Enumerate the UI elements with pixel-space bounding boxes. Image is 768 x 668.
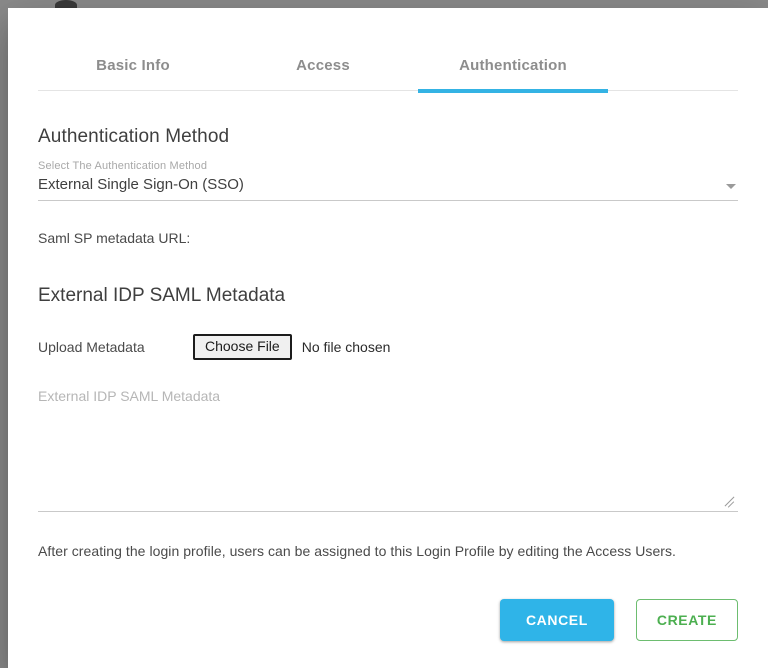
file-input[interactable]: Choose File No file chosen	[193, 334, 390, 360]
choose-file-button[interactable]: Choose File	[193, 334, 292, 360]
login-profile-dialog: Basic Info Access Authentication Authent…	[8, 8, 768, 668]
external-idp-metadata-placeholder: External IDP SAML Metadata	[38, 386, 738, 404]
chevron-down-icon	[726, 184, 736, 189]
external-idp-heading: External IDP SAML Metadata	[38, 285, 738, 307]
dialog-tabs: Basic Info Access Authentication	[38, 8, 738, 94]
active-tab-indicator	[418, 89, 608, 93]
tab-authentication[interactable]: Authentication	[418, 57, 608, 90]
tabs-divider	[38, 90, 738, 91]
file-name-text: No file chosen	[302, 339, 391, 355]
tab-access[interactable]: Access	[228, 57, 418, 90]
tab-basic-info[interactable]: Basic Info	[38, 57, 228, 90]
footer-note: After creating the login profile, users …	[38, 543, 738, 559]
create-button[interactable]: CREATE	[636, 599, 738, 641]
tab-basic-info-label: Basic Info	[96, 57, 170, 74]
authentication-method-hint: Select The Authentication Method	[38, 160, 738, 172]
authentication-method-select[interactable]: External Single Sign-On (SSO)	[38, 176, 738, 201]
tab-authentication-label: Authentication	[459, 57, 567, 74]
external-idp-metadata-textarea[interactable]: External IDP SAML Metadata	[38, 386, 738, 512]
upload-metadata-row: Upload Metadata Choose File No file chos…	[38, 334, 738, 360]
authentication-panel: Authentication Method Select The Authent…	[8, 126, 768, 641]
authentication-method-heading: Authentication Method	[38, 126, 738, 148]
saml-sp-metadata-url: Saml SP metadata URL:	[38, 230, 738, 246]
tab-access-label: Access	[296, 57, 350, 74]
cancel-button[interactable]: CANCEL	[500, 599, 614, 641]
dialog-actions: CANCEL CREATE	[38, 599, 738, 641]
upload-metadata-label: Upload Metadata	[38, 339, 193, 355]
resize-handle-icon[interactable]	[723, 493, 737, 507]
authentication-method-value: External Single Sign-On (SSO)	[38, 176, 738, 193]
